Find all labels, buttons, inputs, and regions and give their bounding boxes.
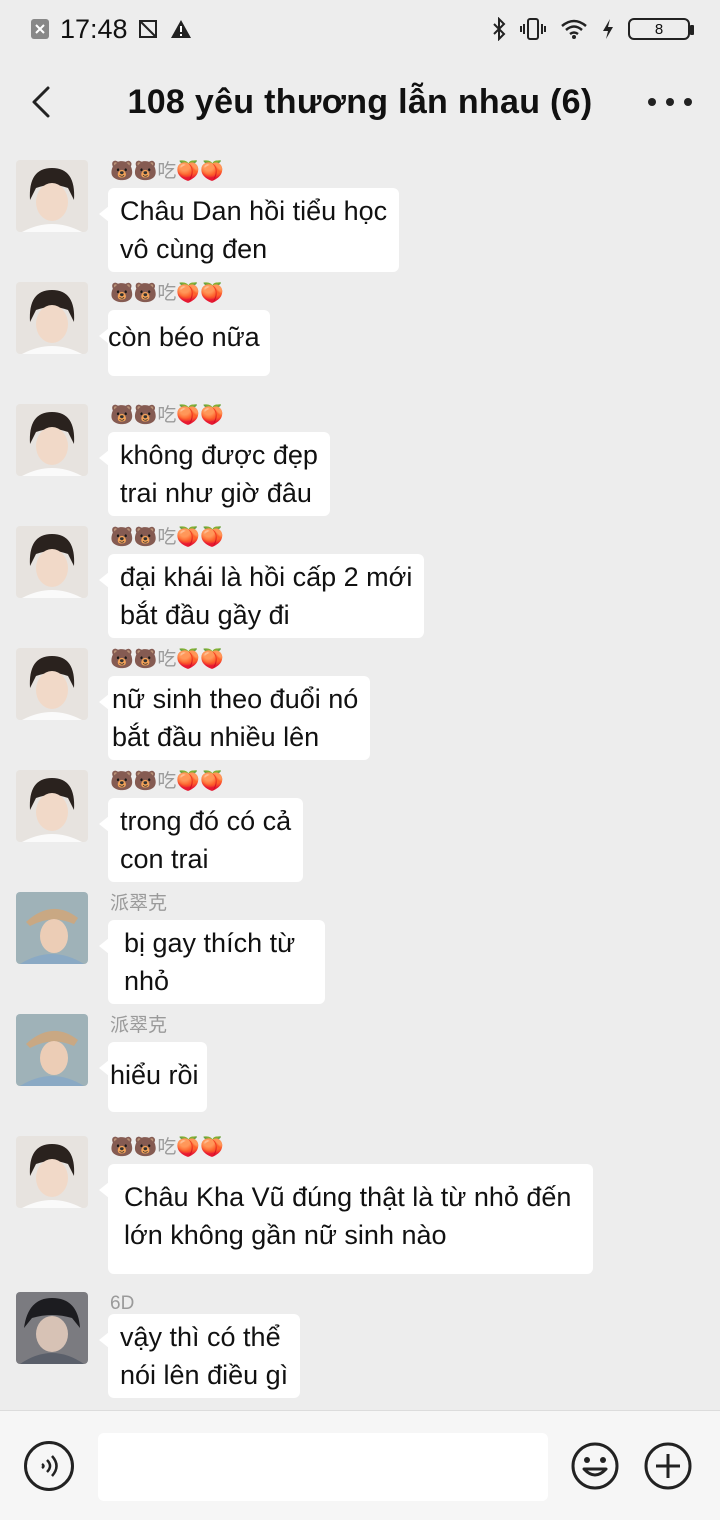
vibrate-icon <box>520 17 546 41</box>
warning-icon <box>170 19 192 39</box>
avatar[interactable] <box>16 770 88 842</box>
avatar[interactable] <box>16 404 88 476</box>
message-bubble[interactable]: bị gay thích từ nhỏ <box>98 920 326 1004</box>
voice-icon[interactable] <box>24 1441 74 1491</box>
screenshot-icon <box>138 18 160 40</box>
bluetooth-icon <box>492 17 506 41</box>
sender-name: 派翠克 <box>110 893 168 914</box>
sender-name: 🐻🐻吃🍑🍑 <box>110 1137 224 1158</box>
more-icon[interactable] <box>648 90 692 114</box>
sender-name: 派翠克 <box>110 1015 168 1036</box>
sender-name: 🐻🐻吃🍑🍑 <box>110 161 224 182</box>
avatar[interactable] <box>16 526 88 598</box>
status-bar: 17:48 8 <box>0 0 720 58</box>
avatar[interactable] <box>16 282 88 354</box>
charging-icon <box>602 18 614 40</box>
message-bubble[interactable]: đại khái là hồi cấp 2 mới bắt đầu gầy đi <box>98 554 425 638</box>
chat-title: 108 yêu thương lẫn nhau (6) <box>127 82 593 121</box>
sender-name: 🐻🐻吃🍑🍑 <box>110 283 224 304</box>
message-bubble[interactable]: vậy thì có thể nói lên điều gì <box>98 1314 301 1398</box>
plus-icon[interactable] <box>643 1441 693 1491</box>
message-input[interactable] <box>98 1433 548 1501</box>
status-time: 17:48 <box>60 13 128 44</box>
sender-name: 🐻🐻吃🍑🍑 <box>110 527 224 548</box>
message-list[interactable]: 🐻🐻吃🍑🍑 Châu Dan hồi tiểu học vô cùng đen … <box>0 146 720 1410</box>
wifi-icon <box>560 18 588 40</box>
message-bubble[interactable]: Châu Kha Vũ đúng thật là từ nhỏ đến lớn … <box>98 1164 594 1274</box>
chat-header: 108 yêu thương lẫn nhau (6) <box>0 58 720 146</box>
sender-name: 6D <box>110 1293 135 1314</box>
avatar[interactable] <box>16 1292 88 1364</box>
sender-name: 🐻🐻吃🍑🍑 <box>110 771 224 792</box>
battery-indicator: 8 <box>628 18 694 40</box>
avatar[interactable] <box>16 1014 88 1086</box>
sender-name: 🐻🐻吃🍑🍑 <box>110 649 224 670</box>
close-notification-icon <box>30 18 50 40</box>
message-bubble[interactable]: nữ sinh theo đuổi nó bắt đầu nhiều lên <box>98 676 371 760</box>
avatar[interactable] <box>16 1136 88 1208</box>
back-arrow-icon[interactable] <box>26 82 62 122</box>
emoji-icon[interactable] <box>570 1441 620 1491</box>
avatar[interactable] <box>16 160 88 232</box>
message-bubble[interactable]: hiểu rồi <box>99 1042 207 1112</box>
avatar[interactable] <box>16 892 88 964</box>
message-bubble[interactable]: còn béo nữa <box>99 310 270 376</box>
sender-name: 🐻🐻吃🍑🍑 <box>110 405 224 426</box>
message-bubble[interactable]: Châu Dan hồi tiểu học vô cùng đen <box>98 188 400 272</box>
input-bar <box>0 1410 720 1520</box>
message-bubble[interactable]: không được đẹp trai như giờ đâu <box>99 432 330 516</box>
avatar[interactable] <box>16 648 88 720</box>
message-bubble[interactable]: trong đó có cả con trai <box>98 798 304 882</box>
